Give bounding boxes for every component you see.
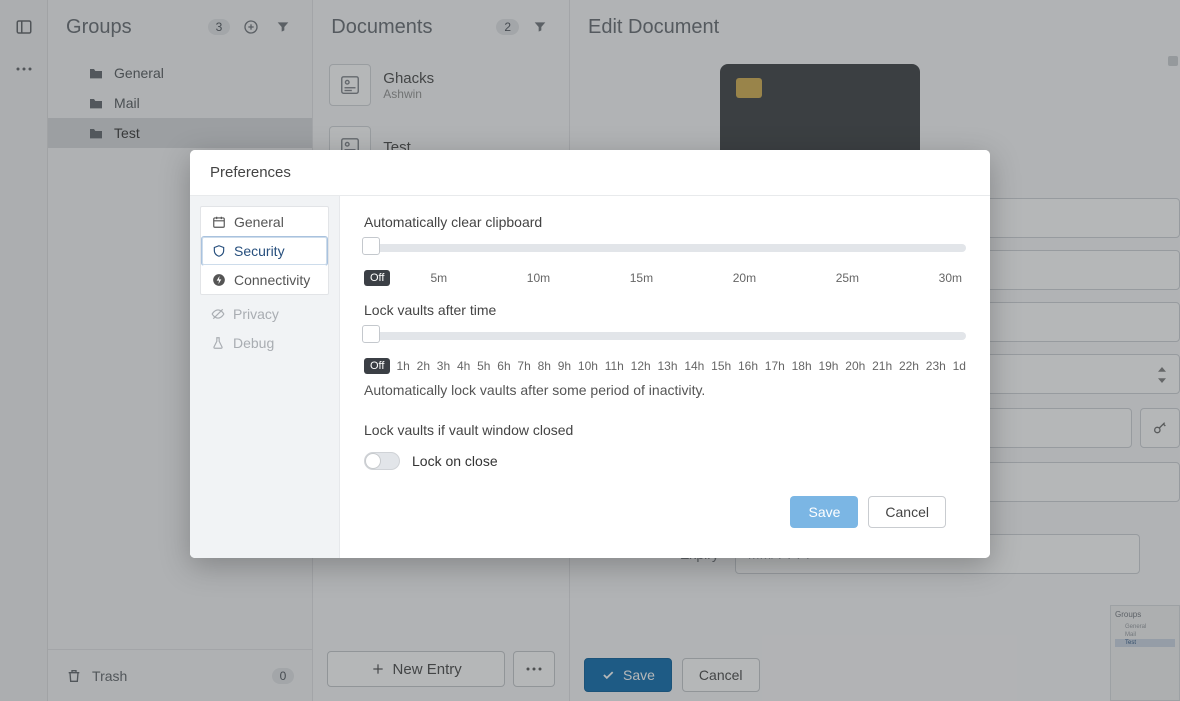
pref-tab-label: General [234, 214, 284, 230]
pref-tab-connectivity[interactable]: Connectivity [201, 265, 328, 295]
tick: 20h [845, 359, 865, 373]
modal-title: Preferences [190, 150, 990, 196]
modal-backdrop: Preferences General Security Connectivit… [0, 0, 1180, 701]
tick: 1h [396, 359, 409, 373]
tick: 1d [953, 359, 966, 373]
tick: 20m [733, 271, 756, 285]
tick: 19h [818, 359, 838, 373]
locktime-slider[interactable] [364, 328, 966, 348]
lock-on-close-toggle[interactable] [364, 452, 400, 470]
tick: 21h [872, 359, 892, 373]
tick: 3h [437, 359, 450, 373]
locktime-ticks: Off 1h 2h 3h 4h 5h 6h 7h 8h 9h 10h 11h 12h 13h 14h 15h… [364, 358, 966, 374]
tick: 23h [926, 359, 946, 373]
clipboard-slider[interactable] [364, 240, 966, 260]
tick: 15h [711, 359, 731, 373]
pref-tab-label: Debug [233, 335, 274, 351]
clipboard-label: Automatically clear clipboard [364, 214, 966, 230]
tick: 14h [684, 359, 704, 373]
pref-tab-label: Security [234, 243, 285, 259]
lockclose-label: Lock vaults if vault window closed [364, 422, 966, 438]
bolt-icon [212, 273, 226, 287]
modal-sidebar: General Security Connectivity Privacy [190, 196, 340, 558]
tick: 4h [457, 359, 470, 373]
tick: 10m [527, 271, 550, 285]
toggle-knob [365, 453, 381, 469]
tick: 7h [517, 359, 530, 373]
shield-icon [212, 244, 226, 258]
off-badge: Off [364, 270, 390, 286]
modal-content: Automatically clear clipboard Off 5m 10m… [340, 196, 990, 558]
tick: 17h [765, 359, 785, 373]
tick: 10h [578, 359, 598, 373]
pref-tab-general[interactable]: General [201, 207, 328, 237]
tick: 12h [631, 359, 651, 373]
tick: 2h [417, 359, 430, 373]
pref-tab-label: Connectivity [234, 272, 310, 288]
pref-tab-security[interactable]: Security [201, 236, 328, 266]
locktime-label: Lock vaults after time [364, 302, 966, 318]
modal-cancel-button[interactable]: Cancel [868, 496, 946, 528]
tick: 5h [477, 359, 490, 373]
tick: 8h [538, 359, 551, 373]
pref-tab-debug[interactable]: Debug [200, 328, 329, 358]
tick: 5m [430, 271, 447, 285]
pref-tab-label: Privacy [233, 306, 279, 322]
pref-tab-privacy[interactable]: Privacy [200, 299, 329, 329]
slider-thumb[interactable] [362, 237, 380, 255]
tick: 22h [899, 359, 919, 373]
flask-icon [211, 336, 225, 350]
locktime-help: Automatically lock vaults after some per… [364, 382, 966, 398]
eye-off-icon [211, 307, 225, 321]
tick: 11h [605, 359, 624, 373]
off-badge: Off [364, 358, 390, 374]
tick: 13h [657, 359, 677, 373]
modal-save-button[interactable]: Save [790, 496, 858, 528]
lock-on-close-toggle-label: Lock on close [412, 453, 498, 469]
tick: 15m [630, 271, 653, 285]
slider-thumb[interactable] [362, 325, 380, 343]
tick: 30m [939, 271, 962, 285]
preferences-modal: Preferences General Security Connectivit… [190, 150, 990, 558]
clipboard-ticks: Off 5m 10m 15m 20m 25m 30m [364, 270, 966, 286]
tick: 6h [497, 359, 510, 373]
tick: 18h [792, 359, 812, 373]
tick: 16h [738, 359, 758, 373]
tick: 25m [836, 271, 859, 285]
calendar-icon [212, 215, 226, 229]
tick: 9h [558, 359, 571, 373]
